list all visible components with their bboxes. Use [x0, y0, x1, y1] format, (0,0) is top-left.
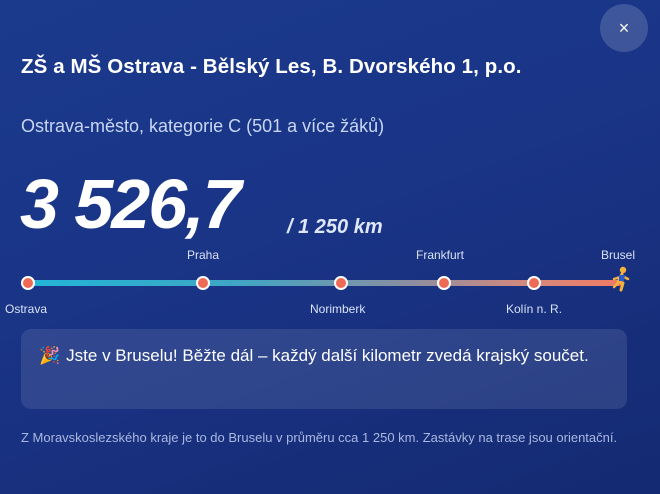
- distance-total: / 1 250 km: [287, 216, 383, 238]
- stop-dot-ostrava: [21, 276, 35, 290]
- stop-label-frankfurt: Frankfurt: [416, 248, 465, 262]
- stop-label-koln: Kolín n. R.: [506, 302, 563, 316]
- party-popper-icon: 🎉: [39, 346, 61, 365]
- stop-dot-praha: [196, 276, 210, 290]
- footnote: Z Moravskoslezského kraje je to do Bruse…: [21, 430, 618, 445]
- close-button[interactable]: ×: [600, 4, 648, 52]
- stop-label-brusel: Brusel: [601, 248, 636, 262]
- stop-dot-frankfurt: [437, 276, 451, 290]
- stop-dot-norimberk: [334, 276, 348, 290]
- banner-message: Jste v Bruselu! Běžte dál – každý další …: [66, 346, 589, 365]
- school-category: Ostrava-město, kategorie C (501 a více ž…: [21, 116, 385, 136]
- school-name: ZŠ a MŠ Ostrava - Bělský Les, B. Dvorské…: [21, 55, 522, 78]
- runner-icon: [612, 266, 630, 292]
- stop-dot-koln: [527, 276, 541, 290]
- stop-label-praha: Praha: [187, 248, 220, 262]
- stop-label-ostrava: Ostrava: [5, 302, 48, 316]
- close-icon: ×: [618, 17, 630, 38]
- distance-value: 3 526,7: [20, 165, 242, 243]
- status-banner: 🎉 Jste v Bruselu! Běžte dál – každý další…: [21, 329, 627, 409]
- stop-label-norimberk: Norimberk: [310, 302, 366, 316]
